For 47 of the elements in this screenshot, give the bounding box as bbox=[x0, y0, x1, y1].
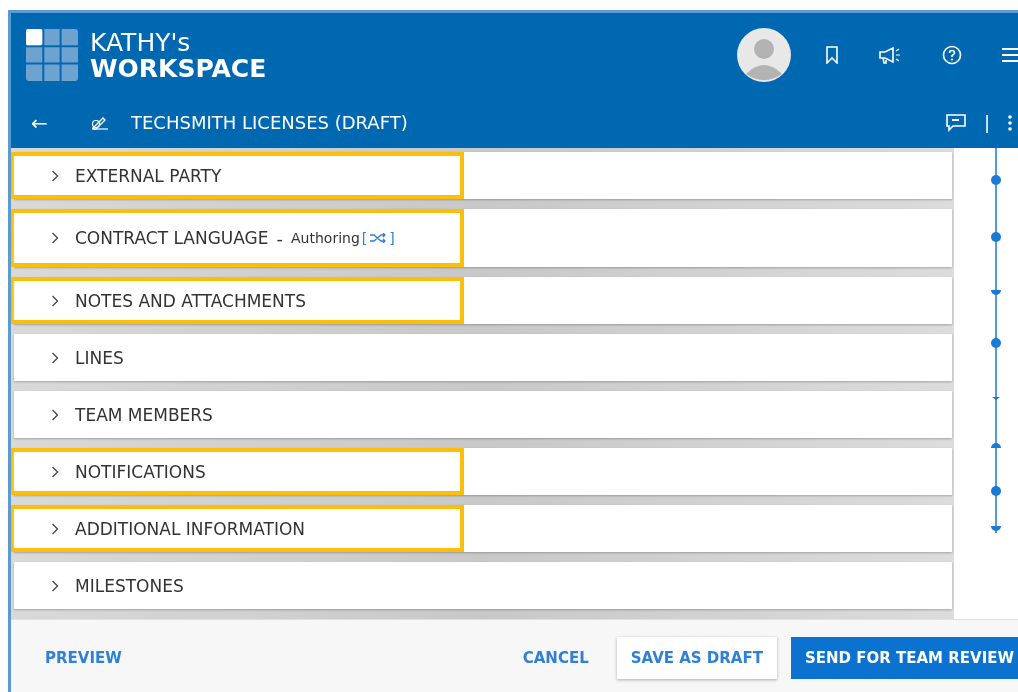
more-icon[interactable] bbox=[1008, 114, 1012, 131]
chevron-icon bbox=[51, 232, 59, 244]
preview-button[interactable]: PREVIEW bbox=[31, 636, 136, 679]
section-row[interactable]: LINES bbox=[14, 334, 952, 381]
help-icon[interactable] bbox=[942, 45, 962, 65]
section-label: NOTES AND ATTACHMENTS bbox=[75, 290, 306, 311]
menu-icon[interactable] bbox=[1002, 47, 1018, 63]
separator: | bbox=[983, 112, 990, 133]
workspace-title: KATHY's bbox=[90, 29, 192, 55]
section-label: NOTIFICATIONS bbox=[75, 461, 206, 482]
section-label: TEAM MEMBERS bbox=[75, 404, 213, 425]
shuffle-icon[interactable] bbox=[369, 233, 388, 243]
section-label: EXTERNAL PARTY bbox=[75, 165, 222, 186]
section-label: MILESTONES bbox=[75, 575, 184, 596]
save-draft-button[interactable]: SAVE AS DRAFT bbox=[616, 636, 777, 679]
section-row[interactable]: TEAM MEMBERS bbox=[14, 391, 952, 438]
chevron-icon bbox=[51, 351, 59, 364]
section-label: ADDITIONAL INFORMATION bbox=[75, 518, 305, 539]
chevron-icon bbox=[51, 408, 59, 421]
page-title: TECHSMITH LICENSES (DRAFT) bbox=[131, 112, 408, 133]
avatar-icon[interactable] bbox=[737, 28, 791, 82]
comment-icon[interactable] bbox=[945, 113, 966, 132]
section-row[interactable]: NOTES AND ATTACHMENTS bbox=[14, 277, 952, 324]
megaphone-icon[interactable] bbox=[878, 46, 902, 64]
section-row[interactable]: MILESTONES bbox=[14, 562, 952, 609]
grid-logo-icon bbox=[26, 29, 78, 81]
dash-text: - bbox=[276, 227, 284, 249]
section-row[interactable]: EXTERNAL PARTY bbox=[14, 152, 952, 199]
chevron-icon bbox=[51, 465, 59, 478]
section-label: LINES bbox=[75, 347, 124, 368]
bracket-text: [ bbox=[361, 230, 368, 246]
send-review-button[interactable]: SEND FOR TEAM REVIEW bbox=[790, 636, 1018, 679]
back-button[interactable]: ← bbox=[31, 110, 81, 135]
edit-icon[interactable] bbox=[91, 115, 109, 130]
chevron-icon bbox=[51, 294, 59, 307]
workspace-title: WORKSPACE bbox=[90, 55, 267, 81]
chevron-icon bbox=[51, 522, 59, 535]
bookmark-icon[interactable] bbox=[826, 46, 838, 64]
chevron-icon bbox=[51, 579, 59, 592]
section-row[interactable]: NOTIFICATIONS bbox=[14, 448, 952, 495]
bracket-text: ] bbox=[389, 230, 395, 246]
section-label: CONTRACT LANGUAGE bbox=[75, 228, 269, 248]
mode-label: Authoring bbox=[291, 230, 360, 246]
section-row[interactable]: ADDITIONAL INFORMATION bbox=[14, 505, 952, 552]
cancel-button[interactable]: CANCEL bbox=[508, 636, 603, 679]
section-row[interactable]: CONTRACT LANGUAGE - Authoring[ ] bbox=[14, 209, 952, 267]
chevron-icon bbox=[51, 169, 59, 182]
